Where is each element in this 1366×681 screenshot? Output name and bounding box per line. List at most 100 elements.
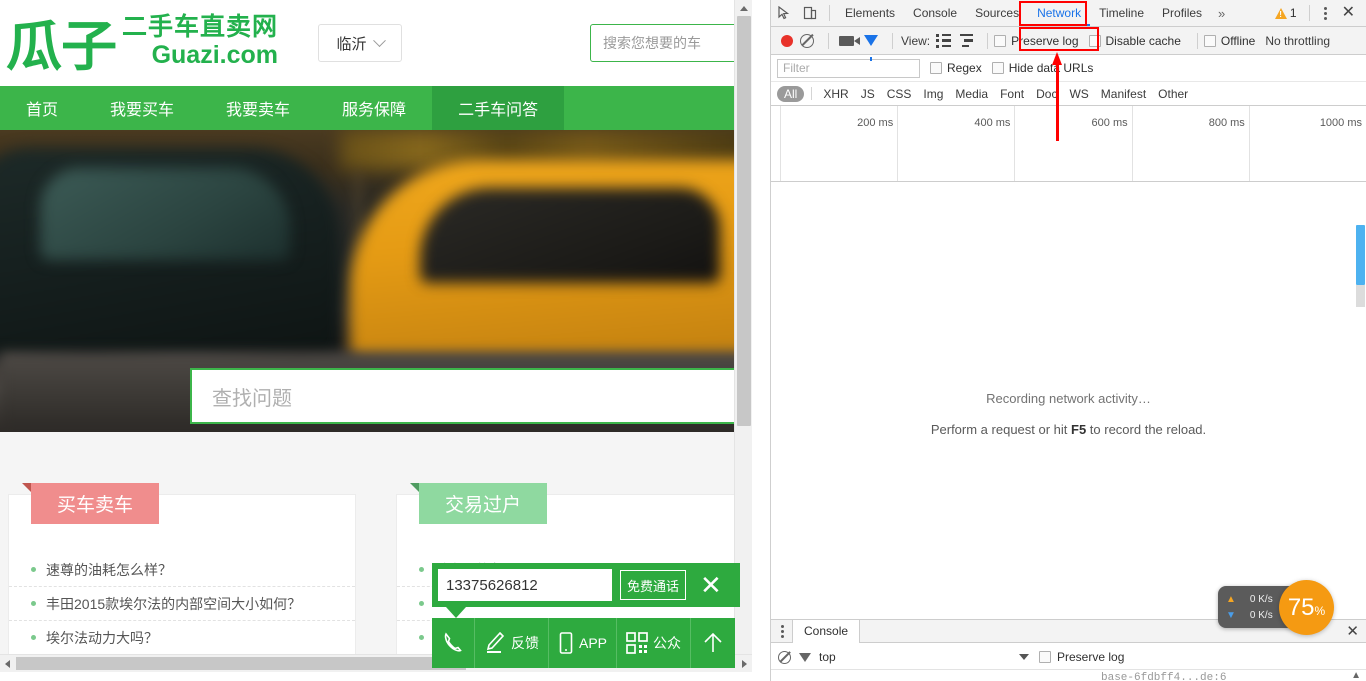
devtools-menu-icon[interactable] — [1318, 6, 1333, 20]
warning-count-badge[interactable]: 1 — [1274, 6, 1297, 20]
nav-item-service[interactable]: 服务保障 — [316, 86, 432, 130]
ruler-tick-200: 200 ms — [781, 106, 899, 181]
close-drawer-icon[interactable]: ✕ — [1346, 622, 1359, 640]
screen-root: 瓜子 二手车直卖网 Guazi.com 临沂 搜索您想要的车 首页 我要买车 我… — [0, 0, 1366, 681]
preserve-log-checkbox[interactable] — [994, 34, 1007, 47]
warning-count: 1 — [1289, 6, 1297, 20]
scrollbar-thumb-horizontal[interactable] — [16, 657, 466, 670]
action-wechat[interactable]: 公众 — [617, 618, 692, 668]
nav-item-buy-car[interactable]: 我要买车 — [84, 86, 200, 130]
tab-profiles[interactable]: Profiles — [1153, 0, 1211, 26]
cpu-usage-unit: % — [1314, 604, 1326, 618]
action-call[interactable] — [432, 618, 475, 668]
console-preserve-log-row[interactable]: Preserve log — [1039, 650, 1124, 664]
regex-checkbox-row[interactable]: Regex — [930, 61, 982, 75]
tab-elements[interactable]: Elements — [836, 0, 904, 26]
regex-checkbox[interactable] — [930, 62, 942, 74]
tab-timeline[interactable]: Timeline — [1090, 0, 1153, 26]
nav-item-home[interactable]: 首页 — [0, 86, 84, 130]
view-list-icon[interactable] — [936, 33, 952, 48]
scroll-left-arrow-icon[interactable] — [5, 660, 10, 668]
toggle-device-toolbar-icon[interactable] — [797, 0, 823, 26]
logo-tagline: 二手车直卖网 — [122, 11, 279, 41]
throttling-select[interactable]: No throttling — [1265, 34, 1330, 48]
offline-checkbox[interactable] — [1203, 34, 1216, 47]
recording-hint-text: Perform a request or hit F5 to record th… — [931, 422, 1206, 437]
list-item[interactable]: 速尊的油耗怎么样？ — [9, 553, 355, 587]
disable-cache-checkbox-row[interactable]: Disable cache — [1088, 34, 1181, 48]
console-context-selector[interactable]: top — [819, 650, 836, 664]
console-source-link[interactable]: base-6fdbff4...de:6 — [1101, 672, 1226, 681]
action-app[interactable]: APP — [549, 618, 618, 668]
ruler-tick-1000: 1000 ms — [1250, 106, 1366, 181]
tab-sources[interactable]: Sources — [966, 0, 1028, 26]
devtools-vertical-scrollbar[interactable] — [1355, 209, 1366, 619]
chevron-down-icon[interactable] — [1019, 654, 1029, 660]
city-selector[interactable]: 临沂 — [318, 24, 403, 62]
close-icon[interactable]: ✕ — [700, 572, 722, 598]
preserve-log-checkbox-row[interactable]: Preserve log — [994, 33, 1079, 48]
action-back-to-top[interactable] — [691, 618, 735, 668]
type-filter-ws[interactable]: WS — [1063, 87, 1094, 101]
scrollbar-thumb[interactable] — [1356, 225, 1365, 285]
scrollbar-track-segment[interactable] — [1356, 285, 1365, 307]
ruler-tick-label: 800 ms — [1208, 117, 1245, 129]
type-filter-all[interactable]: All — [777, 85, 805, 102]
type-filter-img[interactable]: Img — [917, 87, 949, 101]
drawer-tab-console[interactable]: Console — [792, 619, 861, 643]
hide-data-urls-checkbox[interactable] — [991, 62, 1004, 74]
scrollbar-thumb[interactable] — [737, 16, 751, 426]
clear-console-icon[interactable] — [778, 650, 791, 664]
cpu-usage-indicator[interactable]: 75 % — [1279, 580, 1334, 635]
nav-item-sell-car[interactable]: 我要卖车 — [200, 86, 316, 130]
ruler-tick-label: 600 ms — [1091, 117, 1128, 129]
camera-icon[interactable] — [839, 35, 860, 46]
type-filter-doc[interactable]: Doc — [1030, 87, 1063, 101]
view-waterfall-icon[interactable] — [960, 33, 974, 48]
type-filter-js[interactable]: JS — [855, 87, 881, 101]
record-button-icon[interactable] — [781, 34, 793, 47]
nav-item-qa[interactable]: 二手车问答 — [432, 86, 565, 130]
qa-card-title-buy-sell: 买车卖车 — [31, 483, 160, 524]
ruler-tick-label: 200 ms — [857, 117, 894, 129]
qrcode-icon — [626, 632, 648, 654]
list-item[interactable]: 埃尔法动力大吗？ — [9, 621, 355, 655]
devtools-tabbar: Elements Console Sources Network Timelin… — [771, 0, 1366, 27]
drawer-menu-icon[interactable] — [773, 624, 792, 638]
type-filter-other[interactable]: Other — [1152, 87, 1194, 101]
hide-data-urls-checkbox-row[interactable]: Hide data URLs — [991, 61, 1093, 75]
list-item[interactable]: 丰田2015款埃尔法的内部空间大小如何？ — [9, 587, 355, 621]
filter-input[interactable]: Filter — [777, 58, 920, 78]
phone-number-input[interactable]: 13375626812 — [438, 569, 612, 601]
hero-search-input[interactable]: 查找问题 — [190, 368, 752, 424]
free-call-popup: 13375626812 免费通话 ✕ — [432, 563, 740, 607]
site-logo[interactable]: 瓜子 二手车直卖网 Guazi.com — [0, 11, 279, 74]
inspect-element-icon[interactable] — [771, 0, 797, 26]
action-feedback-label: 反馈 — [511, 635, 539, 651]
type-filter-manifest[interactable]: Manifest — [1095, 87, 1152, 101]
disable-cache-checkbox[interactable] — [1088, 34, 1101, 47]
scroll-up-arrow-icon[interactable] — [740, 6, 748, 11]
close-devtools-icon[interactable]: ✕ — [1335, 5, 1362, 21]
action-feedback[interactable]: 反馈 — [475, 618, 549, 668]
type-filter-media[interactable]: Media — [949, 87, 994, 101]
preserve-log-label: Preserve log — [1011, 33, 1079, 48]
type-filter-font[interactable]: Font — [994, 87, 1030, 101]
offline-checkbox-row[interactable]: Offline — [1203, 34, 1255, 48]
network-timeline-ruler: 200 ms 400 ms 600 ms 800 ms 1000 ms — [771, 106, 1366, 182]
type-filter-css[interactable]: CSS — [881, 87, 918, 101]
more-tabs-icon[interactable]: » — [1211, 6, 1232, 21]
type-filter-xhr[interactable]: XHR — [817, 87, 854, 101]
floating-action-bar: 反馈 APP 公众 — [432, 618, 736, 668]
tab-network[interactable]: Network — [1028, 0, 1090, 26]
qa-list-buy-sell: 速尊的油耗怎么样？ 丰田2015款埃尔法的内部空间大小如何？ 埃尔法动力大吗？ — [9, 553, 355, 655]
scroll-right-arrow-icon[interactable] — [742, 660, 747, 668]
tab-console[interactable]: Console — [904, 0, 966, 26]
funnel-icon[interactable] — [864, 35, 878, 61]
console-preserve-log-checkbox[interactable] — [1039, 651, 1051, 663]
clear-icon[interactable] — [800, 33, 814, 48]
console-filter-icon[interactable] — [799, 652, 811, 674]
header-search-input[interactable]: 搜索您想要的车 — [590, 24, 752, 62]
free-call-button[interactable]: 免费通话 — [620, 570, 687, 600]
console-scroll-stepper[interactable]: ▲▼ — [1351, 671, 1361, 681]
